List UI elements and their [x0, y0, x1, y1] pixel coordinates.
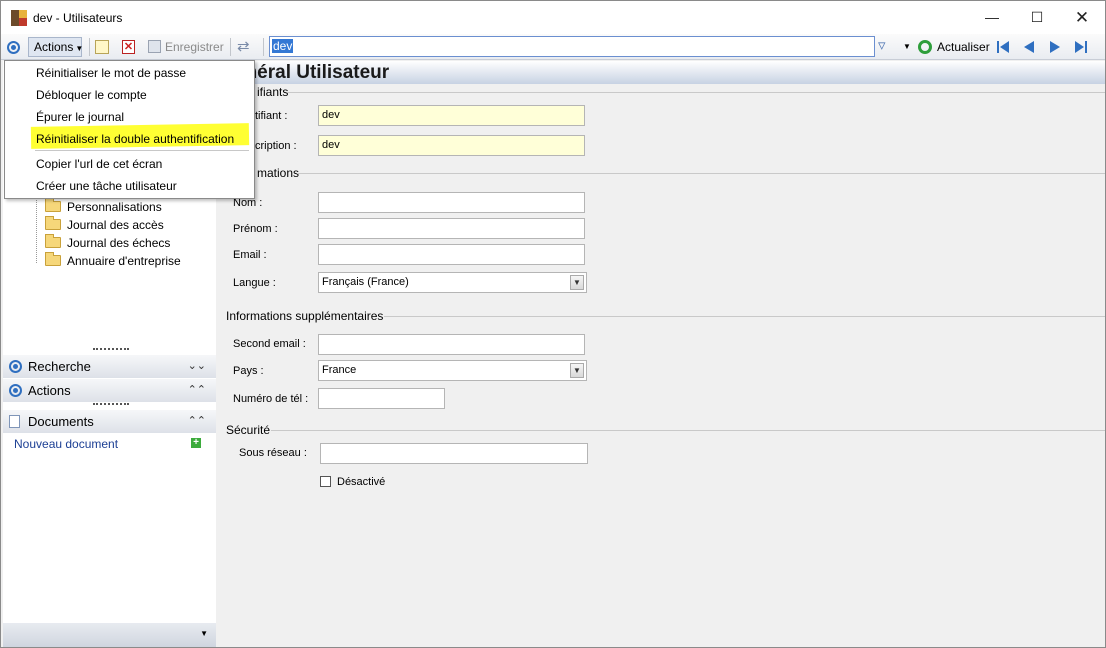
folder-icon: [45, 252, 61, 266]
new-record-icon[interactable]: [95, 40, 109, 54]
document-icon: [9, 415, 20, 428]
tree-item-label: Annuaire d'entreprise: [67, 254, 181, 268]
email-label: Email :: [233, 249, 267, 261]
panel-documents-header[interactable]: Documents ⌃⌃: [3, 410, 216, 433]
tel-label: Numéro de tél :: [233, 393, 309, 405]
sync-icon[interactable]: ⇄: [237, 38, 250, 56]
identifiant-label: tifiant :: [255, 110, 288, 122]
left-panel-footer: ▼: [3, 623, 216, 647]
prenom-field[interactable]: [318, 218, 585, 239]
search-panel-icon: [9, 360, 22, 373]
panel-actions-label: Actions: [28, 383, 71, 398]
chevron-double-down-icon[interactable]: ▼: [570, 275, 584, 290]
pays-select[interactable]: France ▼: [318, 360, 587, 381]
desactive-checkbox[interactable]: [320, 476, 331, 487]
description-field[interactable]: dev: [318, 135, 585, 156]
chevron-double-up-icon: ⌃⌃: [187, 384, 206, 396]
save-button[interactable]: Enregistrer: [148, 38, 224, 56]
langue-select[interactable]: Français (France) ▼: [318, 272, 587, 293]
chevron-double-down-icon: ⌄⌄: [187, 360, 206, 372]
tel-field[interactable]: [318, 388, 445, 409]
tree-item-personnalisations[interactable]: Personnalisations: [45, 198, 162, 216]
chevron-down-icon: ▼: [75, 44, 84, 53]
filter-dropdown-icon[interactable]: ▼: [903, 38, 911, 56]
search-input-value: dev: [272, 39, 294, 53]
actions-dropdown-menu: Réinitialiser le mot de passe Débloquer …: [4, 60, 255, 199]
second-email-field[interactable]: [318, 334, 585, 355]
menu-item-reset-2fa[interactable]: Réinitialiser la double authentification: [36, 130, 234, 148]
panel-documents-label: Documents: [28, 414, 94, 429]
close-icon[interactable]: ✕: [1059, 1, 1105, 34]
menu-item-purge-log[interactable]: Épurer le journal: [36, 108, 124, 126]
save-label: Enregistrer: [165, 40, 224, 54]
toolbar: Actions ▼ ✕ Enregistrer ⇄ dev ▿ ▼ Actuali…: [1, 34, 1105, 60]
chevron-down-icon[interactable]: ▼: [200, 629, 208, 638]
previous-record-icon[interactable]: [1021, 39, 1037, 55]
group-securite-title: Sécurité: [226, 423, 271, 437]
group-identifiants-title: ifiants: [257, 85, 289, 99]
filter-icon[interactable]: ▿: [878, 37, 886, 55]
desactive-label: Désactivé: [337, 476, 386, 488]
tree-item-label: Personnalisations: [67, 200, 162, 214]
delete-icon[interactable]: ✕: [122, 40, 135, 54]
pays-label: Pays :: [233, 365, 264, 377]
actions-menu-button[interactable]: Actions ▼: [28, 37, 84, 57]
title-bar: dev - Utilisateurs — ☐ ✕: [1, 1, 1105, 34]
next-record-icon[interactable]: [1047, 39, 1063, 55]
folder-icon: [45, 234, 61, 248]
group-informations-title: mations: [257, 166, 300, 180]
langue-value: Français (France): [322, 276, 409, 288]
menu-separator: [35, 150, 249, 151]
refresh-icon: [918, 40, 932, 54]
actions-panel-icon: [9, 384, 22, 397]
second-email-label: Second email :: [233, 338, 306, 350]
panel-actions-header[interactable]: Actions ⌃⌃: [3, 379, 216, 402]
nom-field[interactable]: [318, 192, 585, 213]
tree-item-label: Journal des accès: [67, 218, 164, 232]
pays-value: France: [322, 364, 357, 376]
sous-reseau-label: Sous réseau :: [239, 447, 307, 459]
first-record-icon[interactable]: [995, 39, 1011, 55]
minimize-icon[interactable]: —: [969, 1, 1015, 34]
form-header: énéral Utilisateur: [217, 61, 1105, 84]
menu-item-reset-password[interactable]: Réinitialiser le mot de passe: [36, 64, 186, 82]
tree-item-annuaire[interactable]: Annuaire d'entreprise: [45, 252, 181, 270]
menu-item-unlock-account[interactable]: Débloquer le compte: [36, 86, 147, 104]
sous-reseau-field[interactable]: [320, 443, 588, 464]
tree-item-journal-acces[interactable]: Journal des accès: [45, 216, 164, 234]
app-icon: [11, 10, 27, 26]
refresh-button[interactable]: Actualiser: [918, 38, 990, 56]
menu-item-create-task[interactable]: Créer une tâche utilisateur: [36, 177, 177, 195]
panel-search-header[interactable]: Recherche ⌄⌄: [3, 355, 216, 378]
langue-label: Langue :: [233, 277, 276, 289]
save-icon: [148, 40, 161, 53]
maximize-icon[interactable]: ☐: [1014, 1, 1060, 34]
form-title: énéral Utilisateur: [235, 62, 390, 83]
window-title: dev - Utilisateurs: [33, 11, 123, 25]
actions-circle-icon: [7, 38, 20, 56]
search-input[interactable]: dev: [269, 36, 875, 57]
actions-menu-label: Actions: [34, 40, 74, 54]
folder-icon: [45, 198, 61, 212]
application-window: dev - Utilisateurs — ☐ ✕ Actions ▼ ✕ Enre…: [0, 0, 1106, 648]
splitter-handle[interactable]: [93, 348, 129, 350]
tree-item-label: Journal des échecs: [67, 236, 171, 250]
add-document-icon[interactable]: +: [191, 438, 201, 448]
menu-item-copy-url[interactable]: Copier l'url de cet écran: [36, 155, 162, 173]
group-supplementaires-title: Informations supplémentaires: [226, 309, 384, 323]
user-form: énéral Utilisateur ifiants tifiant : dev…: [217, 61, 1105, 647]
description-label: cription :: [255, 140, 297, 152]
identifiant-field[interactable]: dev: [318, 105, 585, 126]
prenom-label: Prénom :: [233, 223, 278, 235]
chevron-down-icon[interactable]: ▼: [570, 363, 584, 378]
splitter-handle[interactable]: [93, 403, 129, 405]
last-record-icon[interactable]: [1073, 39, 1089, 55]
tree-item-journal-echecs[interactable]: Journal des échecs: [45, 234, 170, 252]
folder-icon: [45, 216, 61, 230]
new-document-link[interactable]: Nouveau document: [14, 437, 118, 451]
refresh-label: Actualiser: [937, 40, 990, 54]
email-field[interactable]: [318, 244, 585, 265]
panel-search-label: Recherche: [28, 359, 91, 374]
chevron-double-up-icon: ⌃⌃: [187, 415, 206, 427]
